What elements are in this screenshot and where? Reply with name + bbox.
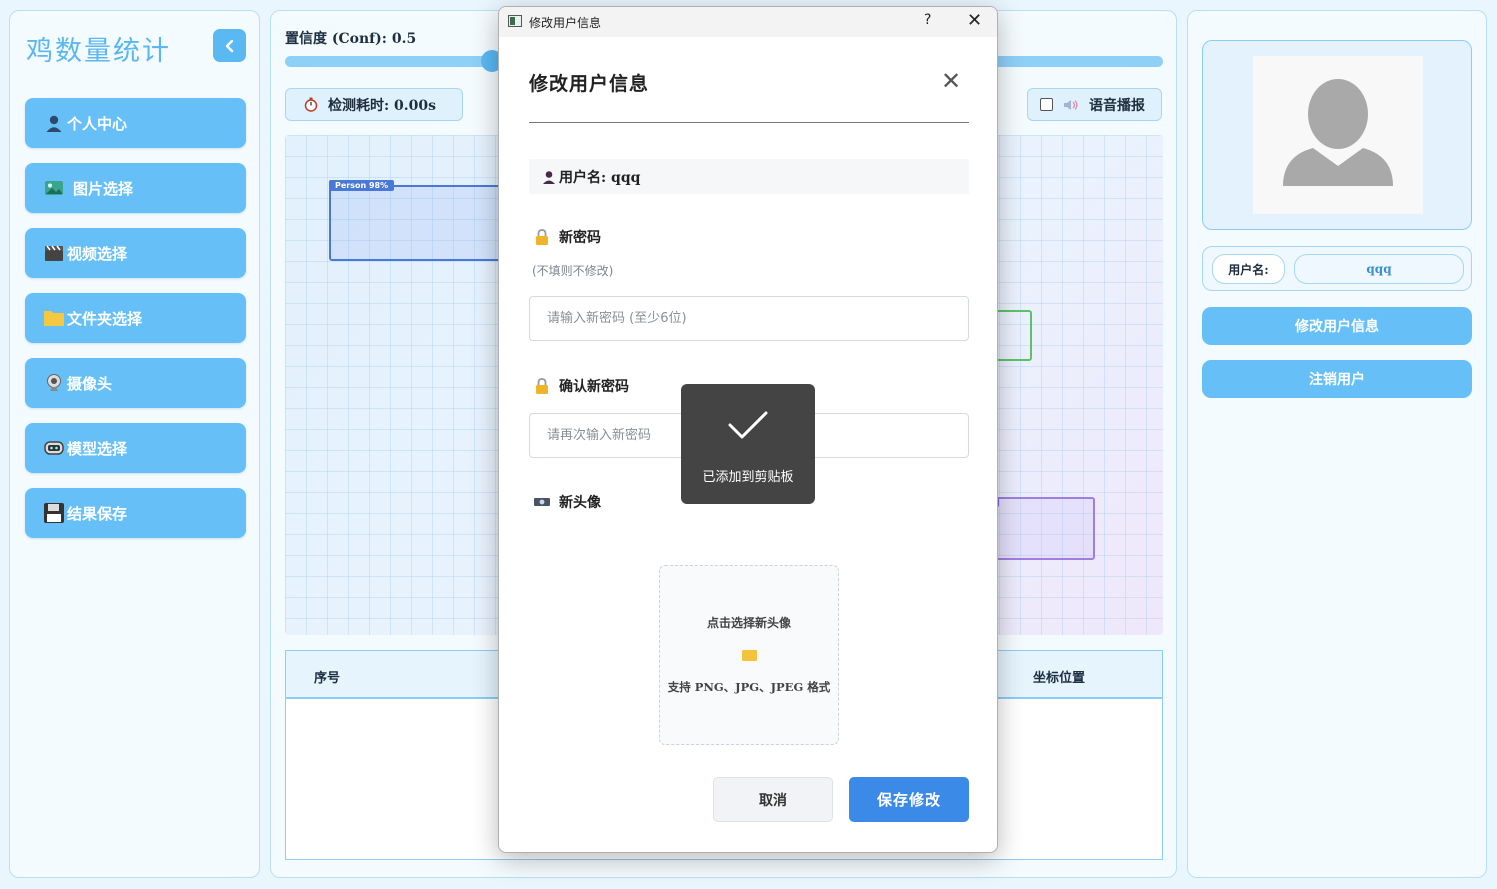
nav-personal-center[interactable]: 个人中心 [25,98,246,148]
username-line: 用户名: qqq [559,169,641,186]
avatar-upload-area[interactable]: 点击选择新头像 支持 PNG、JPG、JPEG 格式 [659,565,839,745]
confidence-label: 置信度 (Conf): 0.5 [285,31,417,47]
floppy-disk-icon [43,503,65,523]
collapse-sidebar-button[interactable] [213,29,246,62]
confirm-password-label: 确认新密码 [559,379,629,395]
nav-label: 结果保存 [67,504,128,523]
folder-icon [43,308,65,328]
edit-user-button[interactable]: 修改用户信息 [1202,307,1472,345]
window-title: 修改用户信息 [529,16,602,30]
checkmark-icon [728,411,768,439]
stopwatch-icon [304,97,318,112]
nav-label: 文件夹选择 [67,309,143,328]
sidebar: 鸡数量统计 个人中心 图片选择 视频选择 文件夹选择 摄像头 模型选择 结果保存 [9,10,260,878]
avatar [1253,56,1423,214]
lock-icon [533,378,551,394]
robot-icon [43,438,65,458]
new-password-hint: (不填则不修改) [532,264,614,278]
username-value: qqq [1294,254,1464,284]
window-close-button[interactable]: ✕ [967,10,982,31]
upload-title: 点击选择新头像 [706,616,791,630]
profile-panel: 用户名: qqq 修改用户信息 注销用户 [1187,10,1487,878]
column-header-position: 坐标位置 [1033,671,1086,686]
new-password-section: 新密码 [533,227,601,247]
nav-image-select[interactable]: 图片选择 [25,163,246,213]
detection-box-purple [985,497,1095,560]
toast-notification: 已添加到剪贴板 [681,384,815,504]
detection-time-label: 检测耗时: 0.00s [328,97,437,114]
nav-label: 模型选择 [67,439,128,458]
toast-message: 已添加到剪贴板 [702,470,794,485]
nav-label: 图片选择 [73,179,134,198]
lock-icon [533,229,551,245]
divider [529,122,969,123]
close-icon[interactable]: ✕ [941,67,961,95]
help-button[interactable]: ? [924,12,931,28]
default-avatar-icon [1283,79,1393,186]
user-icon [43,113,65,133]
window-titlebar: 修改用户信息 ? ✕ [499,7,997,37]
voice-toggle[interactable]: 语音播报 [1027,88,1162,121]
window-app-icon [508,15,522,27]
column-header-index: 序号 [314,671,341,686]
chevron-left-icon [225,39,233,52]
folder-icon [742,650,757,661]
username-display: 用户名: qqq [529,159,969,194]
speaker-icon [1063,99,1079,111]
new-password-input[interactable] [529,296,969,341]
detection-box-person: Person 98% [329,180,519,261]
save-button[interactable]: 保存修改 [849,777,969,822]
username-tag: 用户名: [1212,254,1285,284]
upload-formats: 支持 PNG、JPG、JPEG 格式 [667,680,831,694]
clapper-icon [43,243,65,263]
detection-time-box: 检测耗时: 0.00s [285,88,463,121]
nav-save-results[interactable]: 结果保存 [25,488,246,538]
detection-label: Person 98% [329,180,395,191]
cancel-button[interactable]: 取消 [713,777,833,822]
voice-checkbox[interactable] [1040,98,1053,111]
dialog-heading: 修改用户信息 [529,73,650,95]
logout-button[interactable]: 注销用户 [1202,360,1472,398]
nav-video-select[interactable]: 视频选择 [25,228,246,278]
confirm-password-section: 确认新密码 [533,376,629,396]
new-avatar-section: 新头像 [533,492,601,512]
camera-icon [533,497,551,507]
user-icon [542,170,556,184]
camera-icon [43,373,65,393]
nav-label: 视频选择 [67,244,128,263]
image-icon [43,178,65,198]
new-avatar-label: 新头像 [559,495,601,511]
nav-camera[interactable]: 摄像头 [25,358,246,408]
nav-model-select[interactable]: 模型选择 [25,423,246,473]
nav-label: 个人中心 [67,114,128,133]
avatar-frame [1202,40,1472,230]
app-title: 鸡数量统计 [26,36,171,67]
nav-label: 摄像头 [67,374,113,393]
new-password-label: 新密码 [559,230,601,246]
voice-label: 语音播报 [1089,97,1145,114]
nav-folder-select[interactable]: 文件夹选择 [25,293,246,343]
username-row: 用户名: qqq [1202,246,1472,291]
